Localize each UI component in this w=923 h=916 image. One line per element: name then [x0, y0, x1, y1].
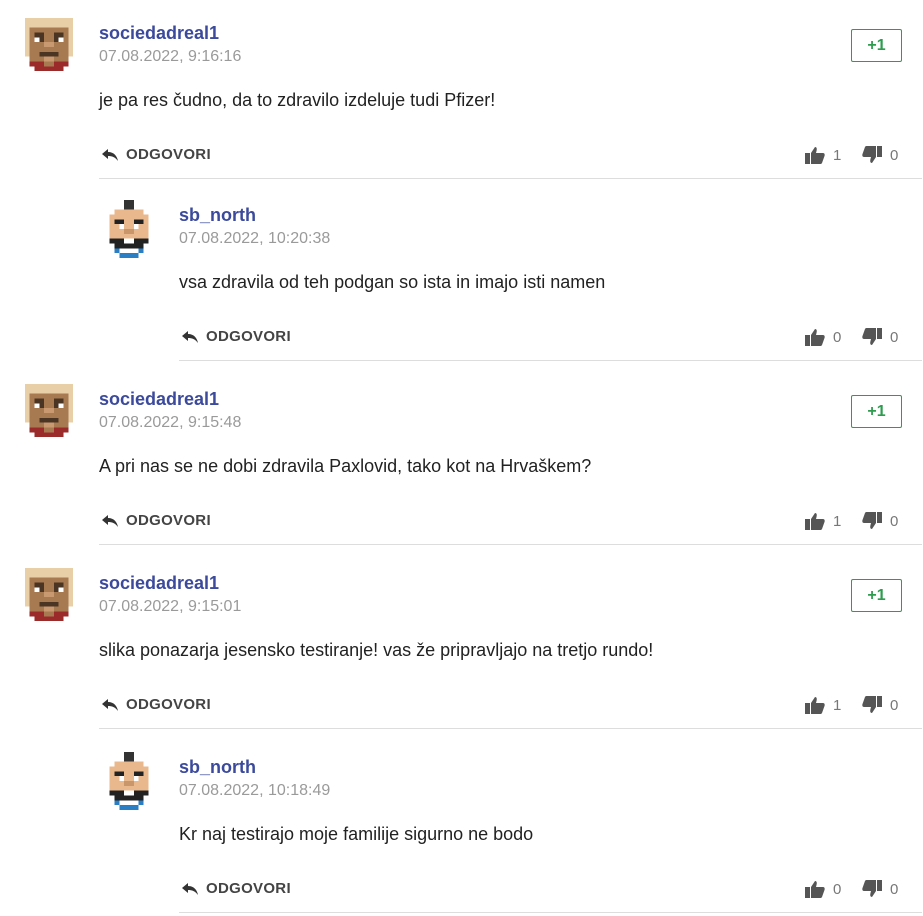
- reply-label: ODGOVORI: [126, 146, 211, 163]
- comment-date: 07.08.2022, 10:20:38: [179, 230, 331, 247]
- reply-button[interactable]: ODGOVORI: [101, 696, 211, 713]
- author-name[interactable]: sociedadreal1: [99, 23, 219, 44]
- avatar[interactable]: [24, 568, 74, 626]
- upvote-count: 1: [833, 512, 842, 530]
- reply-label: ODGOVORI: [206, 328, 291, 345]
- avatar[interactable]: [24, 18, 74, 76]
- comment-text: vsa zdravila od teh podgan so ista in im…: [179, 272, 606, 292]
- thumbs-down-icon: [862, 146, 882, 164]
- upvote-count: 1: [833, 146, 842, 164]
- upvote-button[interactable]: 1: [805, 512, 841, 530]
- reply-arrow-icon: [101, 698, 119, 712]
- downvote-button[interactable]: 0: [862, 512, 898, 530]
- reply-label: ODGOVORI: [126, 696, 211, 713]
- comment-text: A pri nas se ne dobi zdravila Paxlovid, …: [99, 456, 592, 476]
- comment-date: 07.08.2022, 10:18:49: [179, 782, 331, 799]
- downvote-button[interactable]: 0: [862, 146, 898, 164]
- avatar-icon: [109, 752, 149, 810]
- comment-item: sb_north 07.08.2022, 10:20:38 vsa zdravila…: [0, 182, 923, 364]
- comment-text: je pa res čudno, da to zdravilo izdeluje…: [99, 90, 496, 110]
- thumbs-up-icon: [805, 328, 825, 346]
- thumbs-down-icon: [862, 696, 882, 714]
- comment-divider: [99, 728, 922, 729]
- avatar[interactable]: [104, 200, 154, 258]
- reply-button[interactable]: ODGOVORI: [181, 328, 291, 345]
- plus-one-button[interactable]: +1: [851, 395, 902, 428]
- comment-item: sociedadreal1 07.08.2022, 9:15:01 +1 slika …: [0, 550, 923, 732]
- comment-divider: [99, 544, 922, 545]
- downvote-button[interactable]: 0: [862, 328, 898, 346]
- reply-label: ODGOVORI: [126, 512, 211, 529]
- downvote-count: 0: [890, 512, 899, 530]
- comment-text: Kr naj testirajo moje familije sigurno n…: [179, 824, 534, 844]
- avatar-icon: [24, 568, 74, 622]
- thumbs-down-icon: [862, 512, 882, 530]
- plus-one-button[interactable]: +1: [851, 579, 902, 612]
- avatar-icon: [109, 200, 149, 258]
- plus-one-button[interactable]: +1: [851, 29, 902, 62]
- comment-date: 07.08.2022, 9:16:16: [99, 48, 242, 65]
- avatar[interactable]: [104, 752, 154, 810]
- author-name[interactable]: sociedadreal1: [99, 573, 219, 594]
- thumbs-up-icon: [805, 512, 825, 530]
- comment-item: sociedadreal1 07.08.2022, 9:15:48 +1 A pri …: [0, 366, 923, 548]
- reply-button[interactable]: ODGOVORI: [181, 880, 291, 897]
- thumbs-down-icon: [862, 880, 882, 898]
- thumbs-down-icon: [862, 328, 882, 346]
- author-name[interactable]: sociedadreal1: [99, 389, 219, 410]
- comment-divider: [99, 178, 922, 179]
- comment-divider: [179, 360, 922, 361]
- downvote-count: 0: [890, 146, 899, 164]
- author-name[interactable]: sb_north: [179, 757, 256, 778]
- thumbs-up-icon: [805, 146, 825, 164]
- avatar-icon: [24, 384, 74, 438]
- comment-item: sb_north 07.08.2022, 10:18:49 Kr naj testi…: [0, 734, 923, 916]
- upvote-button[interactable]: 1: [805, 696, 841, 714]
- avatar-icon: [24, 18, 74, 72]
- thumbs-up-icon: [805, 880, 825, 898]
- downvote-button[interactable]: 0: [862, 880, 898, 898]
- reply-button[interactable]: ODGOVORI: [101, 146, 211, 163]
- upvote-count: 1: [833, 696, 842, 714]
- comment-date: 07.08.2022, 9:15:01: [99, 598, 242, 615]
- comments-list: sociedadreal1 07.08.2022, 9:16:16 +1 je pa …: [0, 0, 923, 913]
- thumbs-up-icon: [805, 696, 825, 714]
- reply-button[interactable]: ODGOVORI: [101, 512, 211, 529]
- downvote-count: 0: [890, 880, 899, 898]
- reply-arrow-icon: [101, 514, 119, 528]
- upvote-button[interactable]: 0: [805, 328, 841, 346]
- upvote-count: 0: [833, 328, 842, 346]
- downvote-button[interactable]: 0: [862, 696, 898, 714]
- upvote-count: 0: [833, 880, 842, 898]
- downvote-count: 0: [890, 328, 899, 346]
- downvote-count: 0: [890, 696, 899, 714]
- reply-arrow-icon: [181, 882, 199, 896]
- reply-arrow-icon: [181, 330, 199, 344]
- reply-arrow-icon: [101, 148, 119, 162]
- comment-date: 07.08.2022, 9:15:48: [99, 414, 242, 431]
- upvote-button[interactable]: 0: [805, 880, 841, 898]
- reply-label: ODGOVORI: [206, 880, 291, 897]
- comment-text: slika ponazarja jesensko testiranje! vas…: [99, 640, 654, 660]
- avatar[interactable]: [24, 384, 74, 442]
- upvote-button[interactable]: 1: [805, 146, 841, 164]
- author-name[interactable]: sb_north: [179, 205, 256, 226]
- comment-item: sociedadreal1 07.08.2022, 9:16:16 +1 je pa …: [0, 0, 923, 182]
